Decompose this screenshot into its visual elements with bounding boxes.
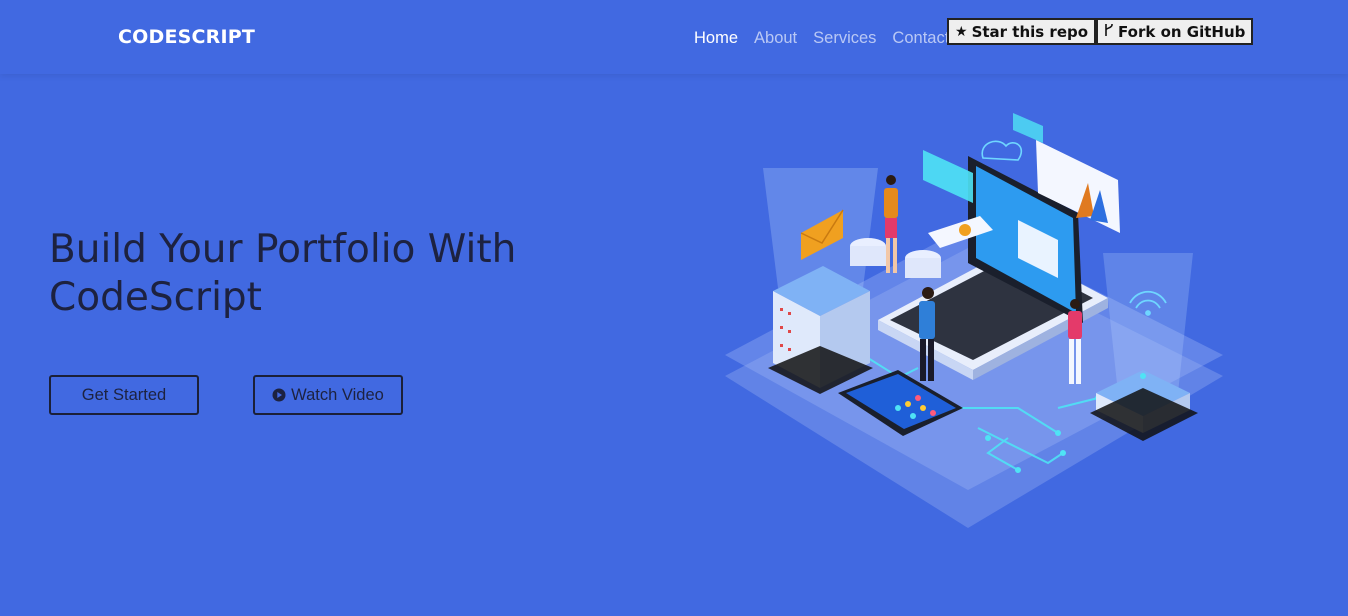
star-icon: ★	[955, 23, 968, 40]
hero-title-line2: CodeScript	[49, 275, 262, 320]
nav-link-services[interactable]: Services	[813, 29, 876, 48]
nav-link-about[interactable]: About	[754, 29, 797, 48]
page: CODESCRIPT Home About Services Contact ★…	[0, 0, 1348, 616]
hero-title-line1: Build Your Portfolio With	[49, 227, 517, 272]
brand-logo[interactable]: CODESCRIPT	[118, 26, 255, 48]
fork-github-label: Fork on GitHub	[1118, 22, 1246, 41]
fork-icon	[1104, 23, 1114, 41]
fork-github-button[interactable]: Fork on GitHub	[1096, 18, 1254, 45]
watch-video-label: Watch Video	[291, 385, 384, 404]
play-circle-icon	[272, 388, 286, 402]
star-repo-button[interactable]: ★ Star this repo	[947, 18, 1097, 45]
watch-video-button[interactable]: Watch Video	[253, 375, 403, 415]
hero-illustration	[725, 113, 1223, 528]
get-started-label: Get Started	[81, 385, 167, 404]
nav-link-contact[interactable]: Contact	[892, 29, 949, 48]
hero-title: Build Your Portfolio With CodeScript	[49, 226, 569, 322]
nav-link-home[interactable]: Home	[694, 29, 738, 48]
navbar: CODESCRIPT Home About Services Contact ★…	[0, 0, 1348, 74]
get-started-button[interactable]: Get Started	[49, 375, 199, 415]
github-buttons: ★ Star this repo Fork on GitHub	[947, 18, 1254, 45]
nav-links: Home About Services Contact	[694, 29, 965, 48]
star-repo-label: Star this repo	[971, 22, 1089, 41]
